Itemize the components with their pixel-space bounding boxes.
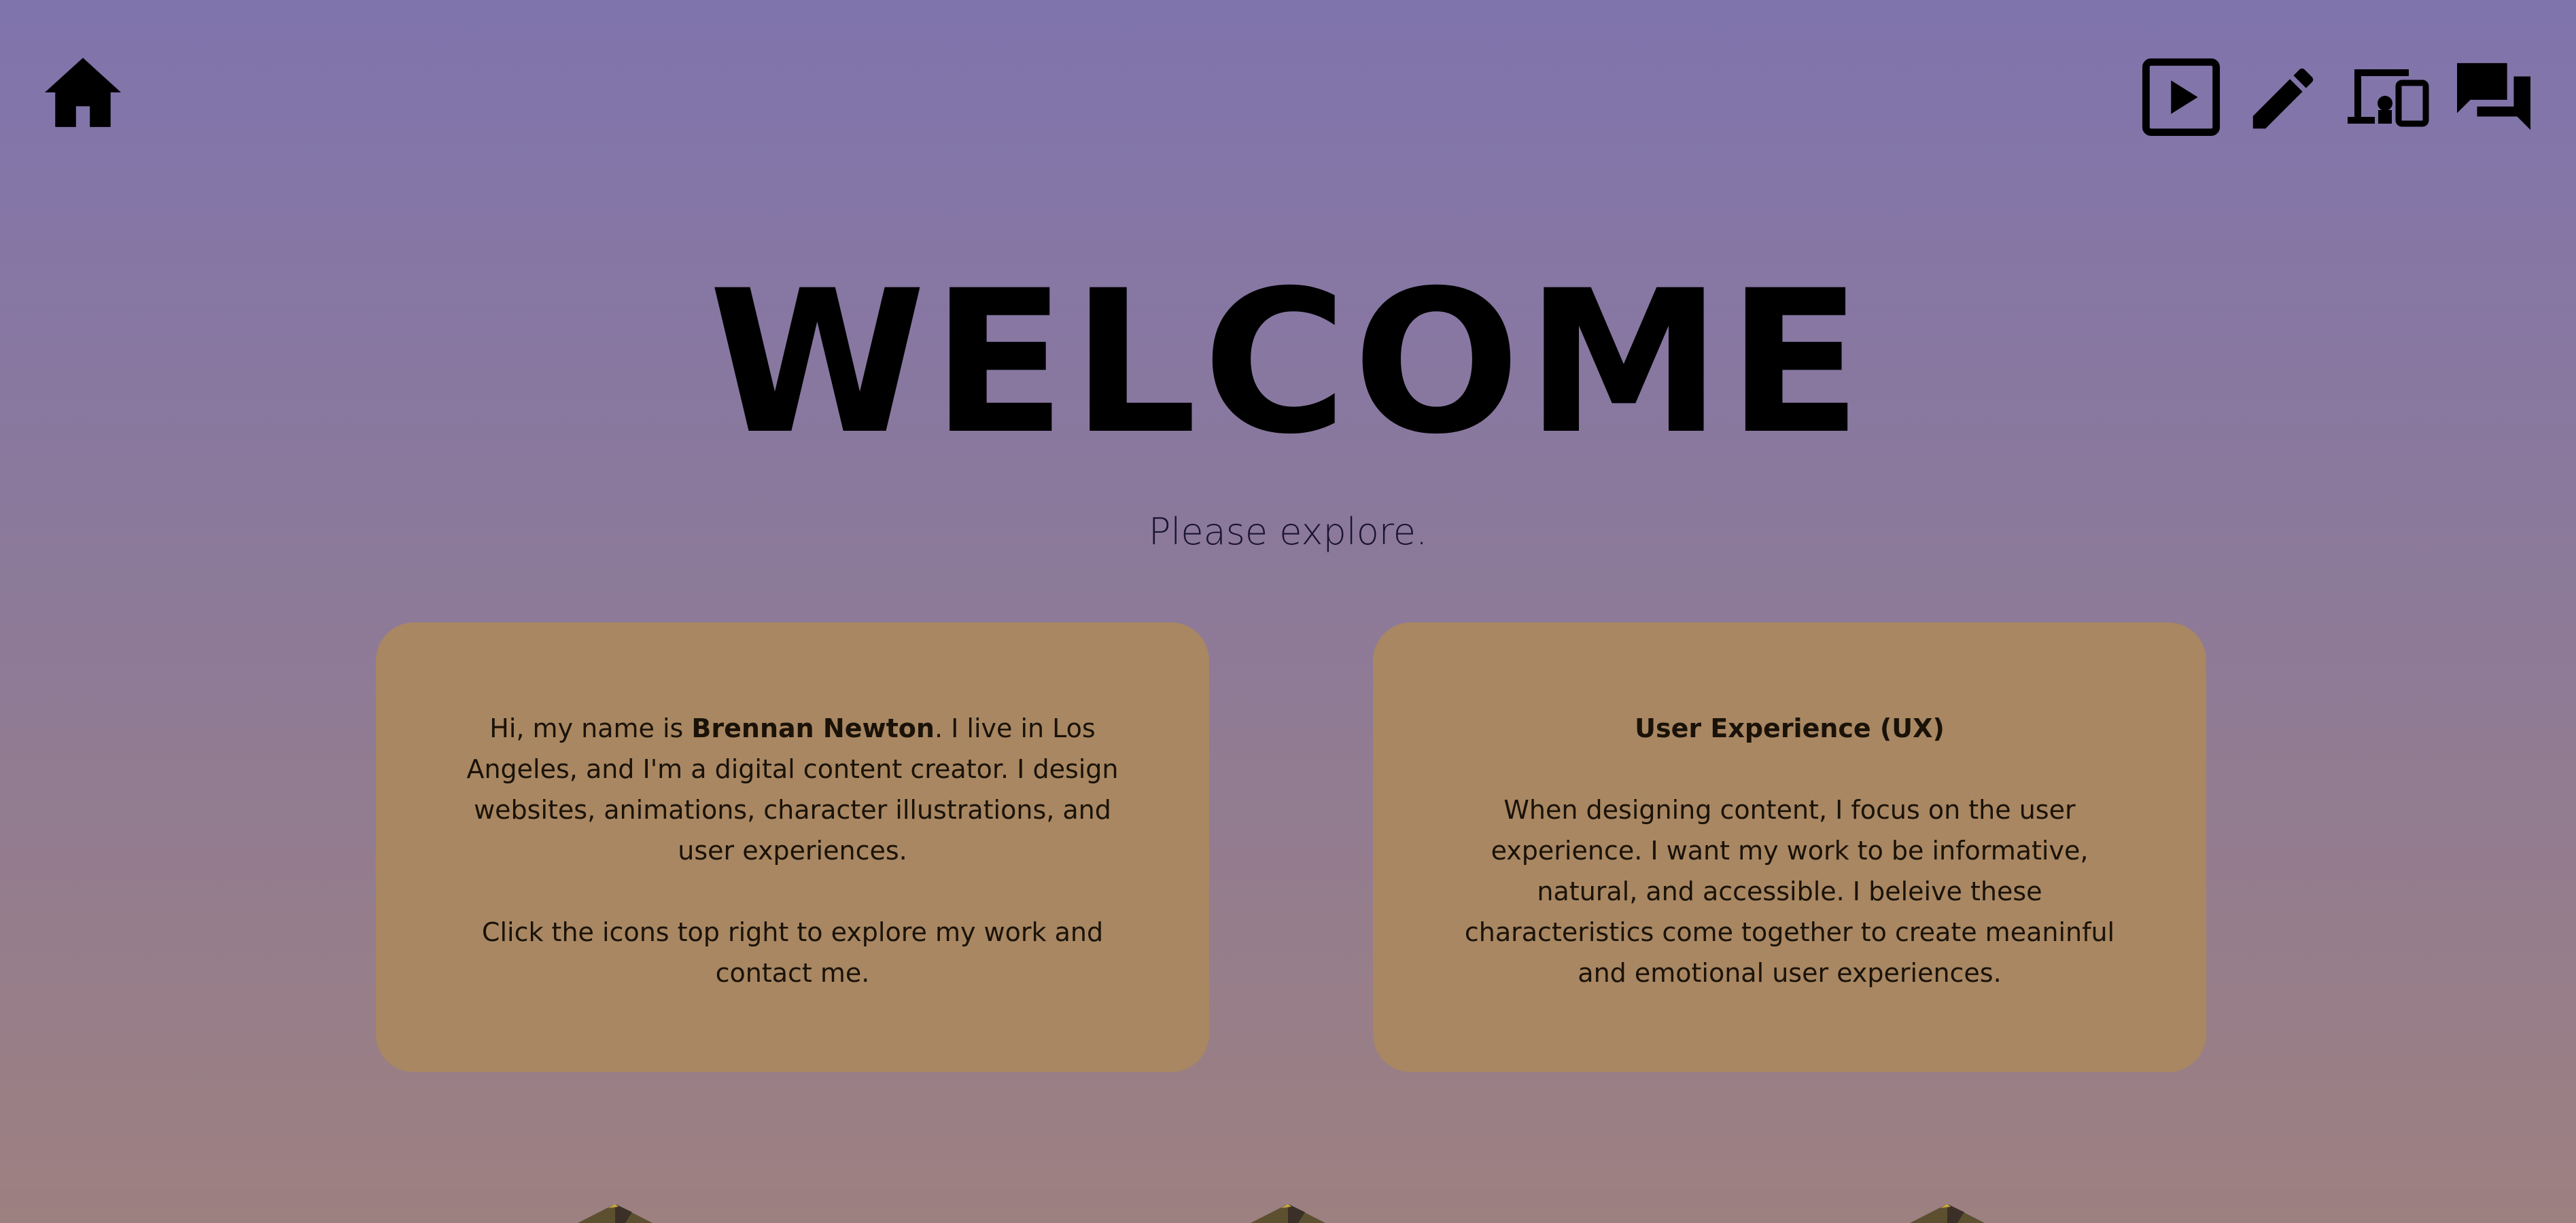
author-name: Brennan Newton (691, 713, 935, 743)
nav-animations-button[interactable] (2141, 57, 2221, 137)
page-subtitle: Please explore. (1148, 510, 1428, 553)
ux-card-title: User Experience (UX) (1635, 713, 1945, 743)
mountain-illustration (578, 1204, 652, 1223)
about-intro-start: Hi, my name is (489, 713, 692, 743)
pencil-icon (2252, 68, 2314, 129)
nav-contact-button[interactable] (2454, 60, 2534, 133)
about-intro: Hi, my name is Brennan Newton. I live in… (451, 708, 1134, 871)
ux-card: User Experience (UX) When designing cont… (1373, 622, 2206, 1072)
about-card: Hi, my name is Brennan Newton. I live in… (376, 622, 1209, 1072)
devices-icon (2348, 69, 2429, 127)
nav-websites-button[interactable] (2344, 63, 2433, 130)
mountain-illustration (1251, 1204, 1325, 1223)
about-cta: Click the icons top right to explore my … (481, 917, 1104, 988)
home-icon (45, 58, 121, 127)
chat-icon (2457, 63, 2530, 130)
nav-illustrations-button[interactable] (2243, 58, 2323, 139)
play-square-icon (2142, 58, 2221, 137)
page-title: WELCOME (708, 249, 1868, 478)
ux-card-body: When designing content, I focus on the u… (1464, 795, 2115, 988)
home-button[interactable] (41, 54, 125, 130)
mountain-illustration (1910, 1204, 1985, 1223)
